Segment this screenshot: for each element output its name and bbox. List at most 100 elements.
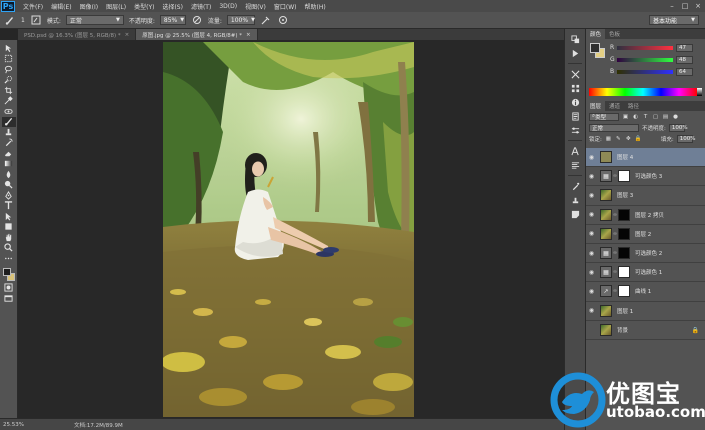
eye-icon[interactable]: ◉ (586, 250, 597, 257)
menu-select[interactable]: 选择(S) (158, 2, 187, 11)
lock-position-icon[interactable]: ✥ (625, 135, 632, 142)
layer-name[interactable]: 图层 2 拷贝 (635, 211, 664, 219)
layer-name[interactable]: 图层 1 (617, 307, 633, 315)
layer-row[interactable]: ◉ ∞ 图层 2 (586, 224, 705, 244)
black-white-ramp[interactable] (697, 88, 702, 96)
filter-pixel-icon[interactable]: ▣ (622, 113, 629, 120)
brush-size-value[interactable]: 1 (21, 17, 25, 24)
layer-row[interactable]: ◉ ∞ 图层 2 拷贝 (586, 205, 705, 225)
menu-filter[interactable]: 滤镜(T) (187, 2, 215, 11)
more-tools-icon[interactable] (2, 253, 16, 264)
zoom-level[interactable]: 25.53% (0, 422, 26, 428)
zoom-tool-icon[interactable] (2, 243, 16, 254)
brush-panel-icon[interactable] (30, 14, 42, 26)
document-size[interactable]: 文档:17.2M/89.9M (74, 421, 123, 429)
eraser-tool-icon[interactable] (2, 148, 16, 159)
eye-icon[interactable]: ◉ (586, 173, 597, 180)
lock-image-icon[interactable]: ✎ (615, 135, 622, 142)
properties-icon[interactable] (568, 110, 582, 122)
tab-layers[interactable]: 图层 (586, 101, 606, 111)
document-image[interactable] (163, 42, 414, 417)
tab-original-document[interactable]: 原图.jpg @ 25.5% (图层 4, RGB/8#) * × (136, 29, 258, 40)
clone-stamp-tool-icon[interactable] (2, 127, 16, 138)
layer-name[interactable]: 曲线 1 (635, 287, 651, 295)
clone-source-icon[interactable] (568, 194, 582, 206)
menu-type[interactable]: 类型(Y) (130, 2, 158, 11)
dodge-tool-icon[interactable] (2, 180, 16, 191)
eye-icon[interactable]: ◉ (586, 230, 597, 237)
character-icon[interactable] (568, 145, 582, 157)
menu-window[interactable]: 窗口(W) (270, 2, 301, 11)
filter-type-icon[interactable]: T (642, 113, 649, 120)
blend-mode-select[interactable]: 正常 (589, 123, 639, 132)
quick-mask-icon[interactable] (2, 283, 16, 294)
canvas-area[interactable] (18, 40, 564, 418)
crop-tool-icon[interactable] (2, 85, 16, 96)
menu-3d[interactable]: 3D(D) (215, 3, 241, 10)
flow-input[interactable]: 100% ▼ (226, 15, 255, 25)
layer-name[interactable]: 图层 3 (617, 191, 633, 199)
menu-layer[interactable]: 图层(L) (102, 2, 130, 11)
lock-transparent-icon[interactable]: ▦ (605, 135, 612, 142)
tool-presets-icon[interactable] (568, 68, 582, 80)
color-swatches[interactable] (2, 267, 16, 283)
layer-mask-thumbnail[interactable] (618, 170, 630, 183)
filter-adjustment-icon[interactable]: ◐ (632, 113, 639, 120)
blue-channel-value[interactable]: 64 (676, 67, 693, 76)
filter-smart-object-icon[interactable]: ▤ (662, 113, 669, 120)
layer-name[interactable]: 可选颜色 2 (635, 249, 662, 257)
layer-name[interactable]: 背景 (617, 326, 628, 334)
minimize-button[interactable]: – (667, 1, 677, 10)
layer-row[interactable]: ◉ ↗ ∞ 曲线 1 (586, 282, 705, 302)
menu-help[interactable]: 帮助(H) (301, 2, 330, 11)
color-spectrum-bar[interactable] (589, 88, 697, 96)
opacity-input[interactable]: 85% ▼ (159, 15, 186, 25)
move-tool-icon[interactable] (2, 43, 16, 54)
layer-name[interactable]: 图层 2 (635, 230, 651, 238)
layer-row[interactable]: ◉ ▦ ∞ 可选颜色 2 (586, 243, 705, 264)
brush-tool-icon[interactable] (1, 116, 16, 127)
eye-icon[interactable]: ◉ (586, 154, 597, 161)
info-icon[interactable] (568, 96, 582, 108)
workspace-select[interactable]: 基本功能 ▼ (649, 15, 699, 25)
close-icon[interactable]: × (246, 32, 251, 38)
brush-tool-preset-icon[interactable] (4, 14, 16, 26)
pressure-size-icon[interactable] (277, 14, 289, 26)
layer-row[interactable]: ◉ ▦ ∞ 可选颜色 1 (586, 263, 705, 283)
red-channel-value[interactable]: 47 (676, 43, 693, 52)
eye-icon[interactable]: ◉ (586, 269, 597, 276)
brush-presets-icon[interactable] (568, 180, 582, 192)
layer-mask-thumbnail[interactable] (618, 227, 630, 240)
history-icon[interactable] (568, 33, 582, 45)
maximize-button[interactable]: □ (680, 1, 690, 10)
airbrush-icon[interactable] (260, 14, 272, 26)
layer-row[interactable]: 背景 🔒 (586, 320, 705, 340)
layer-mask-thumbnail[interactable] (618, 266, 630, 279)
close-icon[interactable]: × (125, 32, 130, 38)
menu-image[interactable]: 图像(I) (76, 2, 102, 11)
healing-brush-tool-icon[interactable] (2, 106, 16, 117)
menu-file[interactable]: 文件(F) (19, 2, 47, 11)
eyedropper-tool-icon[interactable] (2, 96, 16, 107)
layer-mask-thumbnail[interactable] (618, 247, 630, 260)
green-channel-slider[interactable] (617, 57, 673, 62)
eye-icon[interactable]: ◉ (586, 211, 597, 218)
blue-channel-slider[interactable] (617, 69, 673, 74)
layer-name[interactable]: 可选颜色 3 (635, 172, 662, 180)
paragraph-icon[interactable] (568, 159, 582, 171)
menu-view[interactable]: 视图(V) (241, 2, 270, 11)
pressure-opacity-icon[interactable] (191, 14, 203, 26)
tab-color[interactable]: 颜色 (586, 29, 606, 39)
actions-icon[interactable] (568, 47, 582, 59)
quick-selection-tool-icon[interactable] (2, 75, 16, 86)
pen-tool-icon[interactable] (2, 190, 16, 201)
layer-name[interactable]: 图层 4 (617, 153, 633, 161)
notes-icon[interactable] (568, 208, 582, 220)
tab-channels[interactable]: 通道 (605, 101, 624, 111)
fill-input[interactable]: 100% (676, 134, 695, 143)
tab-swatches[interactable]: 色板 (605, 29, 624, 39)
swatches-icon[interactable] (568, 82, 582, 94)
marquee-tool-icon[interactable] (2, 54, 16, 65)
menu-edit[interactable]: 编辑(E) (47, 2, 75, 11)
filter-shape-icon[interactable]: ▢ (652, 113, 659, 120)
